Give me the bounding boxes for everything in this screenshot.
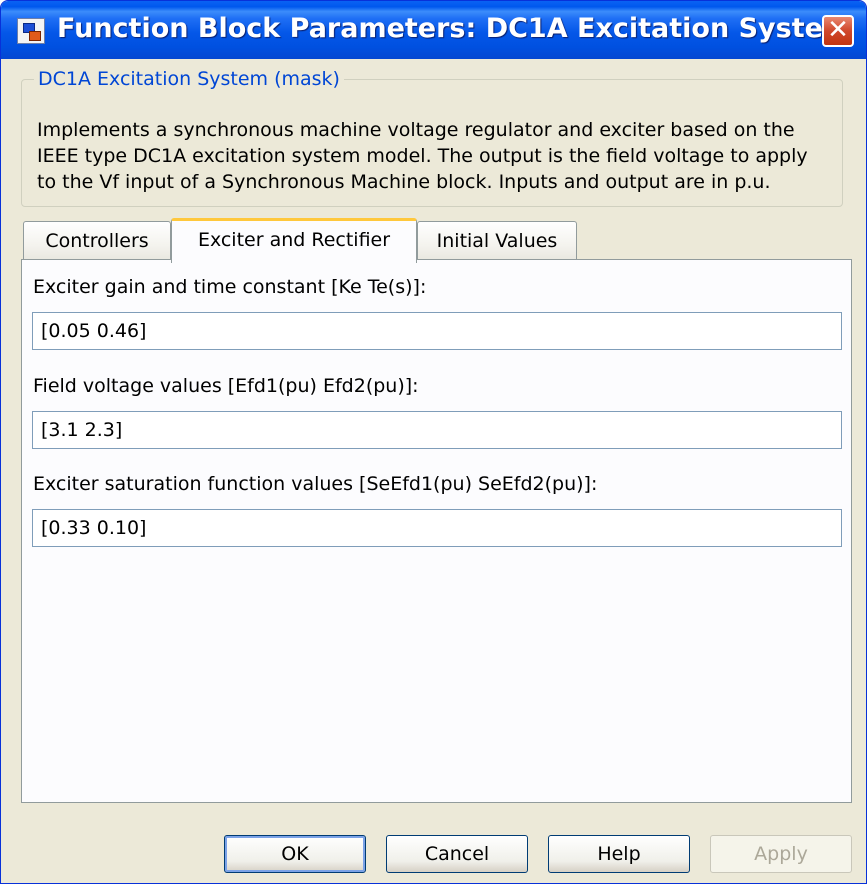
simulink-block-icon: [17, 18, 45, 44]
description-line: IEEE type DC1A excitation system model. …: [37, 145, 808, 167]
field-voltage-field[interactable]: [32, 411, 842, 449]
mask-description: Implements a synchronous machine voltage…: [37, 117, 837, 195]
saturation-field[interactable]: [32, 509, 842, 547]
exciter-gain-field[interactable]: [32, 312, 842, 350]
field-voltage-label: Field voltage values [Efd1(pu) Efd2(pu)]…: [33, 375, 419, 397]
apply-button[interactable]: Apply: [710, 835, 852, 873]
exciter-gain-label: Exciter gain and time constant [Ke Te(s)…: [33, 276, 427, 298]
help-button[interactable]: Help: [548, 835, 690, 873]
tab-initial-values[interactable]: Initial Values: [417, 221, 577, 261]
mask-group-title: DC1A Excitation System (mask): [34, 68, 344, 90]
title-bar[interactable]: Function Block Parameters: DC1A Excitati…: [1, 1, 866, 59]
close-icon[interactable]: ✕: [822, 15, 854, 47]
description-line: to the Vf input of a Synchronous Machine…: [37, 171, 771, 193]
window-title: Function Block Parameters: DC1A Excitati…: [57, 13, 852, 44]
tab-exciter-and-rectifier[interactable]: Exciter and Rectifier: [171, 218, 417, 263]
description-line: Implements a synchronous machine voltage…: [37, 119, 795, 141]
saturation-label: Exciter saturation function values [SeEf…: [33, 473, 598, 495]
ok-button[interactable]: OK: [224, 835, 366, 873]
cancel-button[interactable]: Cancel: [386, 835, 528, 873]
tab-controllers[interactable]: Controllers: [23, 221, 171, 261]
dialog-window: Function Block Parameters: DC1A Excitati…: [0, 0, 867, 884]
